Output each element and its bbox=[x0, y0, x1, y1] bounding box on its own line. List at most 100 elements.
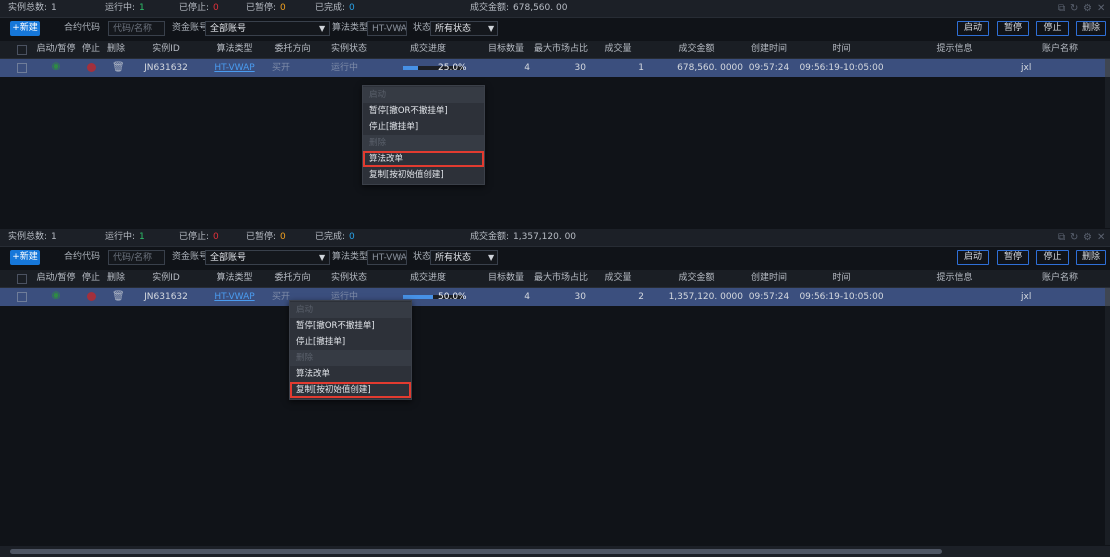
column-header[interactable]: 实例ID bbox=[129, 270, 203, 287]
menu-item[interactable]: 暂停[撤OR不撤挂单] bbox=[363, 103, 484, 119]
horizontal-scrollbar-thumb[interactable] bbox=[10, 549, 942, 554]
menu-item[interactable]: 复制[按初始值创建] bbox=[363, 167, 484, 183]
start-pause-icon[interactable]: ◉ bbox=[51, 62, 61, 72]
stat-total: 实例总数: 1 bbox=[8, 229, 57, 246]
pause-button[interactable]: 暂停 bbox=[997, 21, 1029, 36]
column-header[interactable]: 成交进度 bbox=[378, 270, 478, 287]
column-header[interactable]: 成交金额 bbox=[647, 270, 746, 287]
column-header[interactable]: 成交进度 bbox=[378, 41, 478, 58]
column-header[interactable]: 启动/暂停 bbox=[34, 41, 78, 58]
table-row[interactable]: ◉ 🗑 JN631632 HT-VWAP 买开 运行中 25.0% 4 30 1 678,560. … bbox=[0, 59, 1105, 77]
start-pause-icon[interactable]: ◉ bbox=[51, 291, 61, 301]
stat-total: 实例总数: 1 bbox=[8, 0, 57, 17]
column-header[interactable]: 账户名称 bbox=[1017, 270, 1103, 287]
delete-button[interactable]: 删除 bbox=[1076, 21, 1106, 36]
column-header[interactable]: 最大市场占比 bbox=[533, 41, 589, 58]
column-header[interactable]: 启动/暂停 bbox=[34, 270, 78, 287]
menu-item[interactable]: 暂停[撤OR不撤挂单] bbox=[290, 318, 411, 334]
column-header[interactable]: 成交金额 bbox=[647, 41, 746, 58]
column-header[interactable]: 创建时间 bbox=[747, 41, 791, 58]
vertical-scrollbar[interactable] bbox=[1105, 288, 1110, 545]
stop-button[interactable]: 停止 bbox=[1036, 21, 1069, 36]
chevron-down-icon: ▼ bbox=[319, 24, 326, 33]
column-header[interactable]: 实例状态 bbox=[320, 270, 378, 287]
menu-item[interactable]: 算法改单 bbox=[290, 366, 411, 382]
column-header[interactable]: 最大市场占比 bbox=[533, 270, 589, 287]
menu-item[interactable]: 算法改单 bbox=[363, 151, 484, 167]
table-header: 启动/暂停 停止 删除 实例ID 算法类型 委托方向 实例状态 成交进度 目标数量 最大市场占比成… bbox=[0, 270, 1110, 288]
stat-running-label: 运行中: bbox=[105, 3, 136, 13]
menu-item[interactable]: 复制[按初始值创建] bbox=[290, 382, 411, 398]
table-row[interactable]: ◉ 🗑 JN631632 HT-VWAP 买开 运行中 50.0% 4 30 2 1,357,120… bbox=[0, 288, 1105, 306]
column-header[interactable]: 提示信息 bbox=[892, 270, 1017, 287]
restore-window-icon[interactable]: ⧉ bbox=[1058, 229, 1065, 246]
refresh-icon[interactable]: ↻ bbox=[1070, 0, 1078, 17]
algo-panel-1: 实例总数: 1 运行中: 1 已停止: 0 已暂停: 0 已完成: 0 成交金额: 678,560. … bbox=[0, 0, 1110, 228]
select-all-checkbox[interactable] bbox=[17, 274, 27, 284]
new-instance-button[interactable]: +新建 bbox=[10, 21, 40, 36]
account-label: 资金账号 bbox=[172, 23, 209, 33]
column-header[interactable]: 实例状态 bbox=[320, 41, 378, 58]
column-header[interactable]: 算法类型 bbox=[204, 41, 265, 58]
stat-total-value: 1 bbox=[51, 232, 57, 242]
filter-toolbar: +新建合约代码代码/名称资金账号全部账号▼算法类型HT-VWAP▽状态所有状态▼… bbox=[0, 247, 1110, 270]
close-icon[interactable]: ✕ bbox=[1097, 0, 1105, 17]
algo-type-link[interactable]: HT-VWAP bbox=[214, 63, 254, 73]
status-cell: 运行中 bbox=[331, 63, 359, 73]
column-header[interactable]: 委托方向 bbox=[265, 41, 320, 58]
vertical-scrollbar-thumb[interactable] bbox=[1105, 59, 1110, 77]
vertical-scrollbar[interactable] bbox=[1105, 59, 1110, 228]
settings-icon[interactable]: ⚙ bbox=[1083, 229, 1092, 246]
settings-icon[interactable]: ⚙ bbox=[1083, 0, 1092, 17]
column-header[interactable]: 目标数量 bbox=[479, 270, 533, 287]
column-header[interactable]: 删除 bbox=[103, 270, 129, 287]
refresh-icon[interactable]: ↻ bbox=[1070, 229, 1078, 246]
account-select[interactable]: 全部账号 bbox=[205, 250, 330, 265]
stop-button[interactable]: 停止 bbox=[1036, 250, 1069, 265]
column-header[interactable]: 删除 bbox=[103, 41, 129, 58]
column-header[interactable]: 停止 bbox=[79, 270, 103, 287]
start-button[interactable]: 启动 bbox=[957, 250, 989, 265]
column-header[interactable]: 实例ID bbox=[129, 41, 203, 58]
pause-button[interactable]: 暂停 bbox=[997, 250, 1029, 265]
column-header[interactable]: 时间 bbox=[791, 270, 892, 287]
algo-type-link[interactable]: HT-VWAP bbox=[214, 292, 254, 302]
vertical-scrollbar-thumb[interactable] bbox=[1105, 288, 1110, 306]
close-icon[interactable]: ✕ bbox=[1097, 229, 1105, 246]
select-all-checkbox[interactable] bbox=[17, 45, 27, 55]
column-header[interactable]: 创建时间 bbox=[747, 270, 791, 287]
contract-code-input[interactable]: 代码/名称 bbox=[108, 250, 165, 265]
new-instance-button[interactable]: +新建 bbox=[10, 250, 40, 265]
menu-item[interactable]: 停止[撤挂单] bbox=[290, 334, 411, 350]
amount-cell: 678,560. 0000 bbox=[677, 63, 743, 73]
column-header[interactable]: 成交量 bbox=[589, 41, 647, 58]
row-checkbox[interactable] bbox=[17, 292, 27, 302]
menu-item[interactable]: 停止[撤挂单] bbox=[363, 119, 484, 135]
contract-code-input[interactable]: 代码/名称 bbox=[108, 21, 165, 36]
trash-icon[interactable]: 🗑 bbox=[112, 291, 125, 302]
stat-running: 运行中: 1 bbox=[105, 0, 145, 17]
stat-amount: 成交金额: 678,560. 00 bbox=[470, 0, 567, 17]
column-header[interactable]: 提示信息 bbox=[892, 41, 1017, 58]
stop-icon[interactable] bbox=[87, 63, 96, 72]
column-header[interactable]: 账户名称 bbox=[1017, 41, 1103, 58]
column-header[interactable]: 算法类型 bbox=[204, 270, 265, 287]
horizontal-scrollbar[interactable] bbox=[0, 546, 1110, 557]
column-header[interactable]: 委托方向 bbox=[265, 270, 320, 287]
restore-window-icon[interactable]: ⧉ bbox=[1058, 0, 1065, 17]
stop-icon[interactable] bbox=[87, 292, 96, 301]
column-header[interactable]: 目标数量 bbox=[479, 41, 533, 58]
column-header[interactable]: 停止 bbox=[79, 41, 103, 58]
row-checkbox[interactable] bbox=[17, 63, 27, 73]
max-ratio-cell: 30 bbox=[574, 63, 586, 73]
column-header[interactable]: 成交量 bbox=[589, 270, 647, 287]
trash-icon[interactable]: 🗑 bbox=[112, 62, 125, 73]
stat-stopped-label: 已停止: bbox=[179, 3, 210, 13]
start-button[interactable]: 启动 bbox=[957, 21, 989, 36]
menu-item: 启动 bbox=[290, 302, 411, 318]
target-qty-cell: 4 bbox=[524, 63, 530, 73]
delete-button[interactable]: 删除 bbox=[1076, 250, 1106, 265]
stat-total-label: 实例总数: bbox=[8, 232, 48, 242]
account-select[interactable]: 全部账号 bbox=[205, 21, 330, 36]
column-header[interactable]: 时间 bbox=[791, 41, 892, 58]
